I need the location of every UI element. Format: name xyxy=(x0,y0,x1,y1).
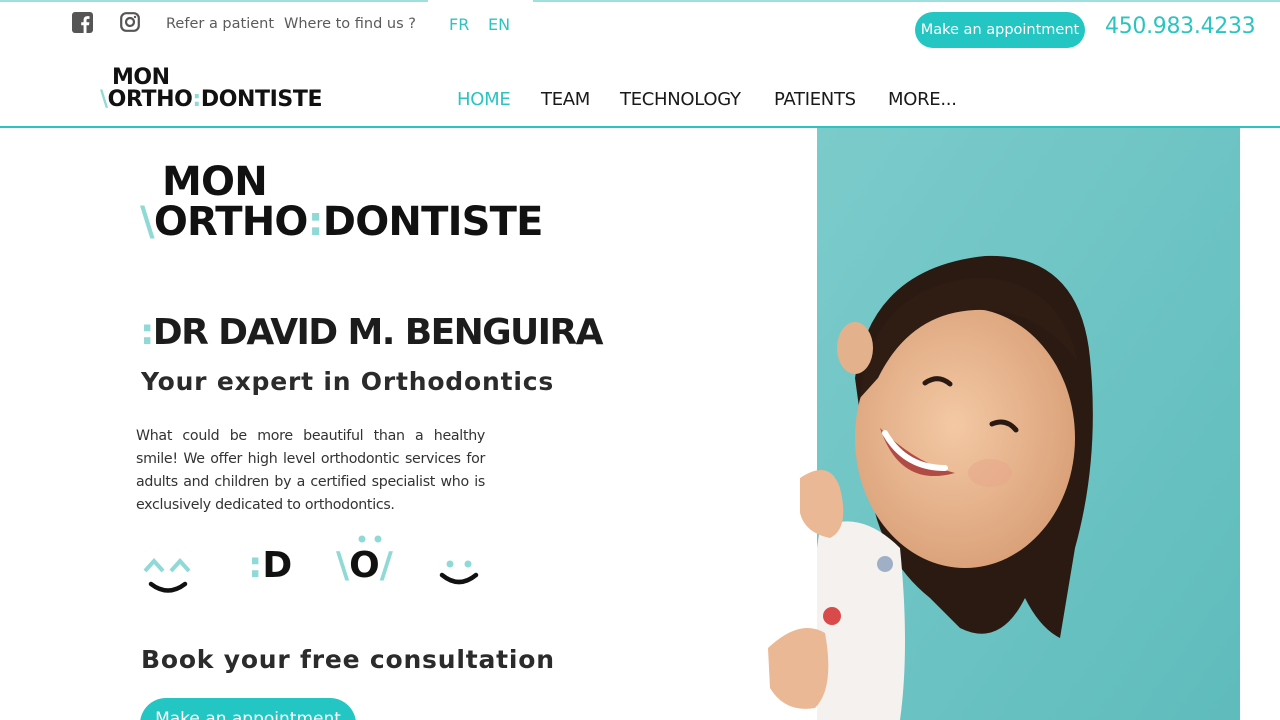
hero-logo: MON \ORTHO:DONTISTE xyxy=(140,162,543,242)
phone-number-link[interactable]: 450.983.4233 xyxy=(1105,14,1256,39)
hero-photo xyxy=(760,128,1240,720)
tagline: Your expert in Orthodontics xyxy=(141,367,554,396)
smile-eyes-emoticon xyxy=(142,553,194,604)
refer-patient-link[interactable]: Refer a patient xyxy=(166,16,274,32)
doctor-name-heading: :DR DAVID M. BENGUIRA xyxy=(140,312,603,353)
lang-en-link[interactable]: EN xyxy=(488,15,510,34)
nav-team[interactable]: TEAM xyxy=(541,89,590,110)
logo-line2: \ORTHO:DONTISTE xyxy=(100,87,323,112)
hero-logo-line2: \ORTHO:DONTISTE xyxy=(140,199,543,245)
top-accent-line xyxy=(0,0,428,2)
facebook-icon[interactable] xyxy=(71,11,93,33)
where-to-find-us-link[interactable]: Where to find us ? xyxy=(284,16,416,32)
nav-patients[interactable]: PATIENTS xyxy=(774,89,856,110)
nav-home[interactable]: HOME xyxy=(457,89,511,110)
book-consultation-heading: Book your free consultation xyxy=(141,645,555,674)
lang-fr-link[interactable]: FR xyxy=(449,15,469,34)
top-accent-line xyxy=(533,0,1280,2)
intro-paragraph: What could be more beautiful than a heal… xyxy=(136,428,485,513)
instagram-icon[interactable] xyxy=(119,11,141,33)
wink-smile-emoticon xyxy=(438,556,482,597)
hero-logo-line1: MON xyxy=(162,159,268,205)
site-logo[interactable]: MON \ORTHO:DONTISTE xyxy=(100,67,322,111)
book-appointment-button[interactable]: Make an appointment xyxy=(140,698,356,720)
nav-technology[interactable]: TECHNOLOGY xyxy=(620,89,741,110)
nav-more[interactable]: MORE... xyxy=(888,89,957,110)
cheer-emoticon: \O/ xyxy=(336,535,393,584)
make-appointment-button[interactable]: Make an appointment xyxy=(915,12,1085,48)
big-grin-emoticon: :D xyxy=(248,545,293,586)
logo-line1: MON xyxy=(112,65,170,90)
